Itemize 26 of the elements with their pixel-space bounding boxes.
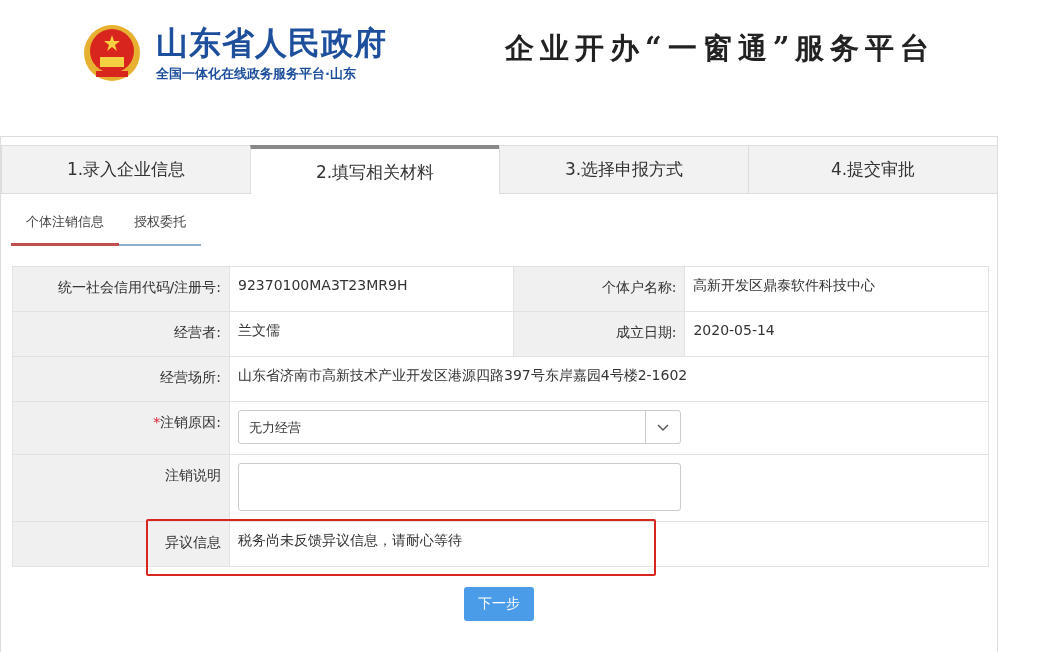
sub-tab[interactable]: 授权委托 [119, 206, 201, 246]
field-value: 2020-05-14 [684, 311, 989, 357]
field-value: 高新开发区鼎泰软件科技中心 [684, 266, 989, 312]
step-tab[interactable]: 3.选择申报方式 [499, 145, 749, 194]
field-label: *注销原因: [153, 414, 221, 430]
description-textarea[interactable] [238, 463, 681, 511]
national-emblem-icon [82, 23, 142, 83]
site-title: 山东省人民政府 [156, 23, 387, 62]
field-value: 税务尚未反馈异议信息，请耐心等待 [229, 521, 989, 567]
field-label: 异议信息 [12, 521, 230, 567]
field-value: 山东省济南市高新技术产业开发区港源四路397号东岸嘉园4号楼2-1602 [229, 356, 989, 402]
field-label: 统一社会信用代码/注册号: [12, 266, 230, 312]
field-label: 个体户名称: [513, 266, 685, 312]
step-tab[interactable]: 4.提交审批 [748, 145, 998, 194]
step-tab[interactable]: 1.录入企业信息 [1, 145, 251, 194]
field-label: 经营场所: [12, 356, 230, 402]
caret-icon [657, 423, 669, 431]
field-value: 92370100MA3T23MR9H [229, 266, 514, 312]
site-subtitle: 全国一体化在线政务服务平台·山东 [156, 64, 357, 83]
field-label: 注销说明 [12, 454, 230, 522]
field-label: 经营者: [12, 311, 230, 357]
sub-tab[interactable]: 个体注销信息 [11, 206, 119, 246]
field-label: 成立日期: [513, 311, 685, 357]
platform-title: 企业开办“一窗通”服务平台 [505, 30, 936, 67]
field-value: 兰文儒 [229, 311, 514, 357]
reason-dropdown[interactable]: 无力经营 [238, 410, 681, 444]
